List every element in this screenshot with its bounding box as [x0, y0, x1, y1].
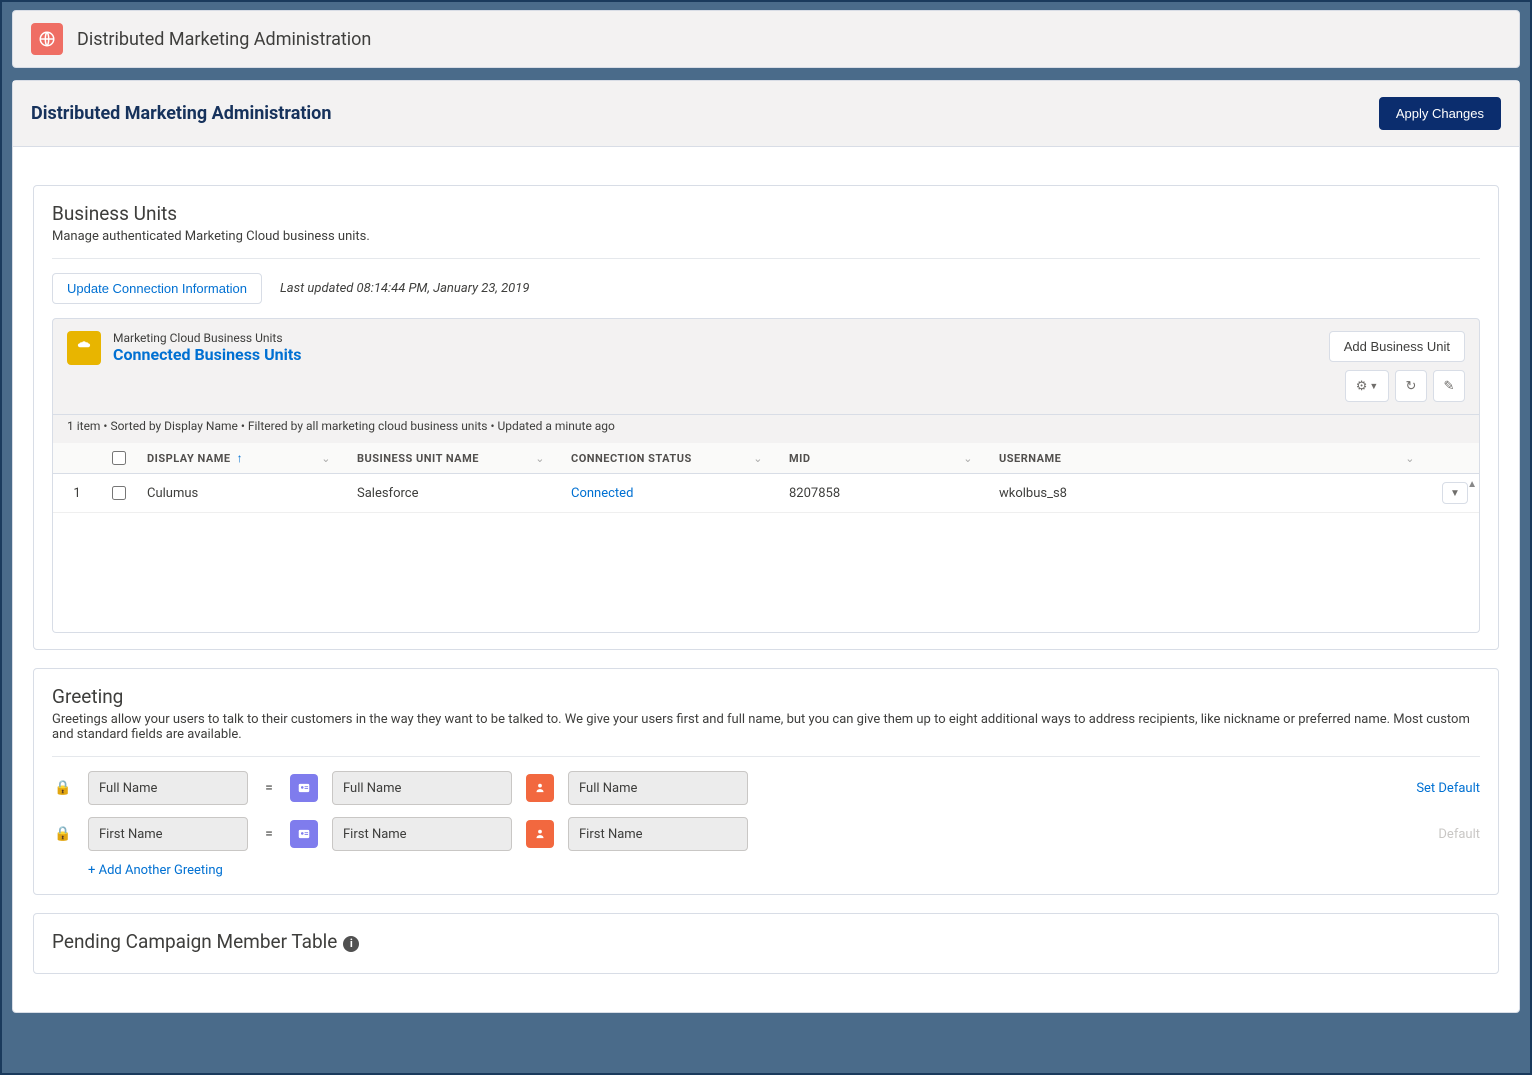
list-settings-button[interactable]: ⚙ ▼	[1345, 370, 1389, 402]
cell-business-unit-name: Salesforce	[347, 478, 561, 509]
cell-username: wkolbus_s8	[989, 478, 1431, 509]
equals-icon: =	[262, 826, 276, 842]
chevron-down-icon[interactable]: ⌄	[1405, 452, 1421, 465]
col-label: CONNECTION STATUS	[571, 452, 692, 465]
greeting-lead-field[interactable]: Full Name	[568, 771, 748, 805]
scroll-up-icon: ▲	[1467, 479, 1477, 490]
edit-button[interactable]: ✎	[1433, 370, 1465, 402]
gear-icon: ⚙	[1356, 379, 1368, 394]
table-row[interactable]: 1 Culumus Salesforce Connected 8207858 w…	[53, 474, 1479, 513]
app-title: Distributed Marketing Administration	[77, 29, 371, 50]
greeting-label-field[interactable]: First Name	[88, 817, 248, 851]
pencil-icon: ✎	[1444, 379, 1455, 394]
business-units-table: DISPLAY NAME ↑ ⌄ BUSINESS UNIT NAME ⌄ CON…	[52, 443, 1480, 633]
lead-badge-icon	[526, 774, 554, 802]
col-label: MID	[789, 452, 811, 465]
add-business-unit-button[interactable]: Add Business Unit	[1329, 331, 1465, 362]
equals-icon: =	[262, 780, 276, 796]
col-username[interactable]: USERNAME ⌄	[989, 444, 1431, 473]
row-checkbox[interactable]	[112, 486, 126, 500]
lead-badge-icon	[526, 820, 554, 848]
cell-mid: 8207858	[779, 478, 989, 509]
chevron-down-icon[interactable]: ⌄	[535, 452, 551, 465]
business-units-subtitle: Manage authenticated Marketing Cloud bus…	[52, 229, 1480, 244]
add-another-greeting-link[interactable]: + Add Another Greeting	[52, 863, 1480, 878]
list-title: Connected Business Units	[113, 345, 301, 364]
chevron-down-icon[interactable]: ⌄	[753, 452, 769, 465]
list-header: Marketing Cloud Business Units Connected…	[52, 318, 1480, 415]
update-connection-button[interactable]: Update Connection Information	[52, 273, 262, 304]
page-title-bar: Distributed Marketing Administration App…	[13, 81, 1519, 147]
col-mid[interactable]: MID ⌄	[779, 444, 989, 473]
divider	[52, 258, 1480, 259]
col-display-name[interactable]: DISPLAY NAME ↑ ⌄	[137, 443, 347, 473]
divider	[52, 756, 1480, 757]
lock-icon: 🔒	[52, 826, 74, 842]
contact-badge-icon	[290, 774, 318, 802]
refresh-button[interactable]: ↻	[1395, 370, 1427, 402]
pending-title: Pending Campaign Member Table	[52, 930, 337, 953]
app-logo-icon	[31, 23, 63, 55]
contact-badge-icon	[290, 820, 318, 848]
chevron-down-icon[interactable]: ⌄	[963, 452, 979, 465]
col-label: BUSINESS UNIT NAME	[357, 452, 479, 465]
greeting-label-field[interactable]: Full Name	[88, 771, 248, 805]
set-default-button[interactable]: Set Default	[1416, 781, 1480, 796]
list-header-icon	[67, 331, 101, 365]
col-select-all[interactable]	[101, 443, 137, 473]
sort-up-icon: ↑	[237, 451, 244, 465]
info-icon[interactable]: i	[343, 936, 359, 952]
greeting-lead-field[interactable]: First Name	[568, 817, 748, 851]
lock-icon: 🔒	[52, 780, 74, 796]
row-actions-button[interactable]: ▼	[1442, 482, 1468, 504]
greeting-description: Greetings allow your users to talk to th…	[52, 712, 1480, 742]
chevron-down-icon: ▼	[1369, 381, 1378, 392]
refresh-icon: ↻	[1406, 379, 1417, 394]
col-label: DISPLAY NAME	[147, 452, 231, 465]
app-header: Distributed Marketing Administration	[12, 10, 1520, 68]
greeting-contact-field[interactable]: Full Name	[332, 771, 512, 805]
greeting-row: 🔒 Full Name = Full Name Full Name S	[52, 771, 1480, 805]
col-label: USERNAME	[999, 452, 1061, 465]
greeting-row: 🔒 First Name = First Name First Name	[52, 817, 1480, 851]
col-rownum	[53, 450, 101, 466]
last-updated-text: Last updated 08:14:44 PM, January 23, 20…	[280, 281, 529, 296]
list-eyebrow: Marketing Cloud Business Units	[113, 331, 301, 345]
cell-connection-status[interactable]: Connected	[561, 478, 779, 509]
chevron-down-icon: ▼	[1450, 488, 1460, 499]
select-all-checkbox[interactable]	[112, 451, 126, 465]
greeting-title: Greeting	[52, 685, 1480, 708]
page-title: Distributed Marketing Administration	[31, 103, 331, 124]
chevron-down-icon[interactable]: ⌄	[321, 452, 337, 465]
apply-changes-button[interactable]: Apply Changes	[1379, 97, 1501, 130]
col-business-unit-name[interactable]: BUSINESS UNIT NAME ⌄	[347, 444, 561, 473]
col-connection-status[interactable]: CONNECTION STATUS ⌄	[561, 444, 779, 473]
cell-display-name: Culumus	[137, 478, 347, 509]
business-units-title: Business Units	[52, 202, 1480, 225]
default-label: Default	[1438, 827, 1480, 842]
greeting-contact-field[interactable]: First Name	[332, 817, 512, 851]
row-number: 1	[53, 478, 101, 509]
list-meta: 1 item • Sorted by Display Name • Filter…	[52, 415, 1480, 443]
